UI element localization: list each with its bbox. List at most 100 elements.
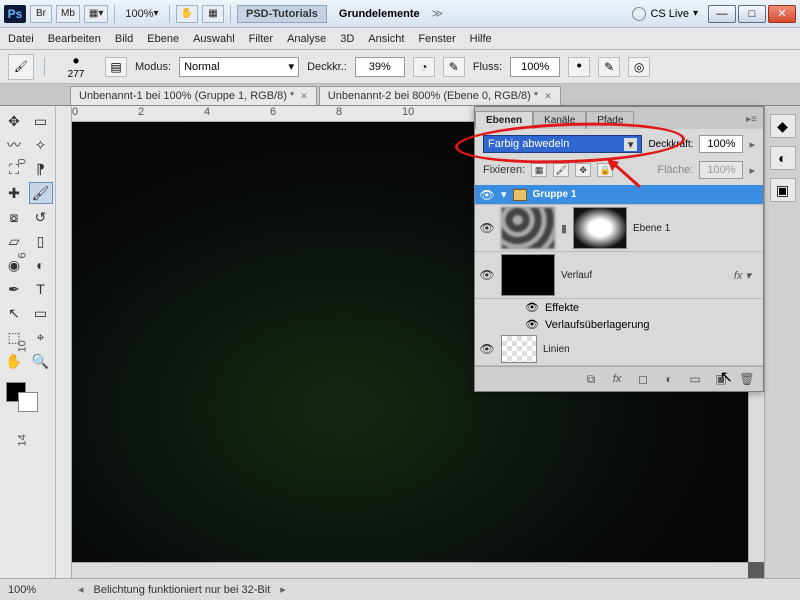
visibility-icon[interactable]: 👁 [479, 188, 495, 202]
close-icon[interactable]: ✕ [544, 91, 552, 102]
history-brush-tool[interactable]: ↺ [29, 206, 53, 228]
fx-icon[interactable]: fx [607, 371, 627, 387]
menu-bearbeiten[interactable]: Bearbeiten [48, 33, 101, 45]
menu-datei[interactable]: Datei [8, 33, 34, 45]
effect-item[interactable]: 👁 Verlaufsüberlagerung [499, 316, 763, 333]
opacity-pressure-icon[interactable]: ◔ [413, 57, 435, 77]
layer-opacity-input[interactable]: 100% [699, 135, 743, 153]
zoom-display[interactable]: 100% ▾ [121, 5, 162, 23]
cs-live-button[interactable]: CS Live ▾ [626, 7, 704, 21]
document-tab[interactable]: Unbenannt-1 bei 100% (Gruppe 1, RGB/8) *… [70, 86, 317, 105]
cslive-icon [632, 7, 646, 21]
extras-button[interactable]: ▦ [202, 5, 224, 23]
pen-tool[interactable]: ✒ [2, 278, 26, 300]
minibridge-button[interactable]: Mb [56, 5, 80, 23]
path-tool[interactable]: ↖ [2, 302, 26, 324]
menu-hilfe[interactable]: Hilfe [470, 33, 492, 45]
layers-dock-icon[interactable]: ◆ [770, 114, 796, 138]
minimize-button[interactable]: — [708, 5, 736, 23]
link-layers-icon[interactable]: ⧉ [581, 371, 601, 387]
shape-tool[interactable]: ▭ [29, 302, 53, 324]
visibility-icon[interactable]: 👁 [479, 221, 495, 235]
effects-header[interactable]: 👁 Effekte [499, 299, 763, 316]
marquee-tool[interactable]: ▭ [29, 110, 53, 132]
maximize-button[interactable]: □ [738, 5, 766, 23]
close-icon[interactable]: ✕ [300, 91, 308, 102]
status-message: Belichtung funktioniert nur bei 32-Bit [94, 584, 271, 596]
background-swatch[interactable] [18, 392, 38, 412]
visibility-icon[interactable]: 👁 [479, 268, 495, 282]
tab-ebenen[interactable]: Ebenen [475, 111, 533, 129]
document-group[interactable]: Grundelemente [331, 8, 428, 20]
layer-row[interactable]: 👁 Verlauf fx ▾ [475, 252, 763, 299]
chevron-down-icon[interactable]: ▾ [501, 188, 507, 201]
menu-analyse[interactable]: Analyse [287, 33, 326, 45]
mask-dock-icon[interactable]: ▣ [770, 178, 796, 202]
menu-3d[interactable]: 3D [340, 33, 354, 45]
document-tab[interactable]: Unbenannt-2 bei 800% (Ebene 0, RGB/8) *✕ [319, 86, 561, 105]
lock-position-icon[interactable]: ✥ [575, 163, 591, 177]
menu-ebene[interactable]: Ebene [147, 33, 179, 45]
target-icon[interactable]: ◎ [628, 57, 650, 77]
title-bar: Ps Br Mb ▦▾ 100% ▾ ✋ ▦ PSD-Tutorials Gru… [0, 0, 800, 28]
menu-auswahl[interactable]: Auswahl [193, 33, 235, 45]
status-bar: 100% ◂ Belichtung funktioniert nur bei 3… [0, 578, 800, 600]
tab-pfade[interactable]: Pfade [586, 111, 634, 129]
workspace-label[interactable]: PSD-Tutorials [237, 5, 327, 23]
stamp-tool[interactable]: ⧇ [2, 206, 26, 228]
bridge-button[interactable]: Br [30, 5, 52, 23]
flow-input[interactable]: 100% [510, 57, 560, 77]
layer-blend-mode-select[interactable]: Farbig abwedeln [483, 135, 642, 153]
menu-ansicht[interactable]: Ansicht [368, 33, 404, 45]
visibility-icon[interactable]: 👁 [479, 342, 495, 356]
layer-row[interactable]: 👁 Linien [475, 333, 763, 366]
lock-all-icon[interactable]: 🔒 [597, 163, 613, 177]
layer-thumbnail[interactable] [501, 207, 555, 249]
horizontal-scrollbar[interactable] [72, 562, 748, 578]
layer-fill-input[interactable]: 100% [699, 161, 743, 179]
menu-bild[interactable]: Bild [115, 33, 133, 45]
close-button[interactable]: ✕ [768, 5, 796, 23]
hand-tool-button[interactable]: ✋ [176, 5, 198, 23]
type-tool[interactable]: T [29, 278, 53, 300]
visibility-icon[interactable]: 👁 [525, 318, 539, 331]
lock-transparency-icon[interactable]: ▦ [531, 163, 547, 177]
layer-thumbnail[interactable] [501, 254, 555, 296]
status-zoom[interactable]: 100% [8, 584, 68, 596]
menu-fenster[interactable]: Fenster [418, 33, 455, 45]
mask-icon[interactable]: ◻ [633, 371, 653, 387]
adjust-dock-icon[interactable]: ◐ [770, 146, 796, 170]
blend-mode-select[interactable]: Normal▾ [179, 57, 299, 77]
mask-thumbnail[interactable] [573, 207, 627, 249]
group-icon[interactable]: ▭ [685, 371, 705, 387]
menu-filter[interactable]: Filter [249, 33, 273, 45]
chevron-right-icon[interactable]: ▸ [749, 138, 755, 151]
tab-kanaele[interactable]: Kanäle [533, 111, 586, 129]
healing-tool[interactable]: ✚ [2, 182, 26, 204]
visibility-icon[interactable]: 👁 [525, 301, 539, 314]
chevron-right-icon[interactable]: ▸ [749, 164, 755, 177]
brush-tool[interactable]: 🖌 [29, 182, 53, 204]
tool-preset-icon[interactable]: 🖌 [8, 54, 34, 80]
brush-preset-picker[interactable]: • 277 [55, 54, 97, 80]
airbrush-icon[interactable]: ꔷ [568, 57, 590, 77]
color-swatches[interactable] [2, 380, 53, 416]
lock-pixels-icon[interactable]: 🖌 [553, 163, 569, 177]
hand-tool[interactable]: ✋ [2, 350, 26, 372]
chevron-left-icon[interactable]: ◂ [78, 583, 84, 596]
layer-group[interactable]: 👁 ▾ Gruppe 1 [475, 185, 763, 205]
delete-icon[interactable]: 🗑 [737, 371, 757, 387]
layer-row[interactable]: 👁 ▮ Ebene 1 [475, 205, 763, 252]
panel-menu-icon[interactable]: ▸≡ [740, 110, 763, 129]
tablet-size-icon[interactable]: ✎ [598, 57, 620, 77]
fx-badge[interactable]: fx ▾ [734, 269, 751, 282]
layer-thumbnail[interactable] [501, 335, 537, 363]
viewmode-button[interactable]: ▦▾ [84, 5, 108, 23]
adjustment-icon[interactable]: ◐ [659, 371, 679, 387]
move-tool[interactable]: ✥ [2, 110, 26, 132]
chevron-right-icon[interactable]: ▸ [280, 583, 286, 596]
zoom-tool[interactable]: 🔍 [29, 350, 53, 372]
tablet-pressure-icon[interactable]: ✎ [443, 57, 465, 77]
opacity-input[interactable]: 39% [355, 57, 405, 77]
brush-panel-toggle[interactable]: ▤ [105, 57, 127, 77]
